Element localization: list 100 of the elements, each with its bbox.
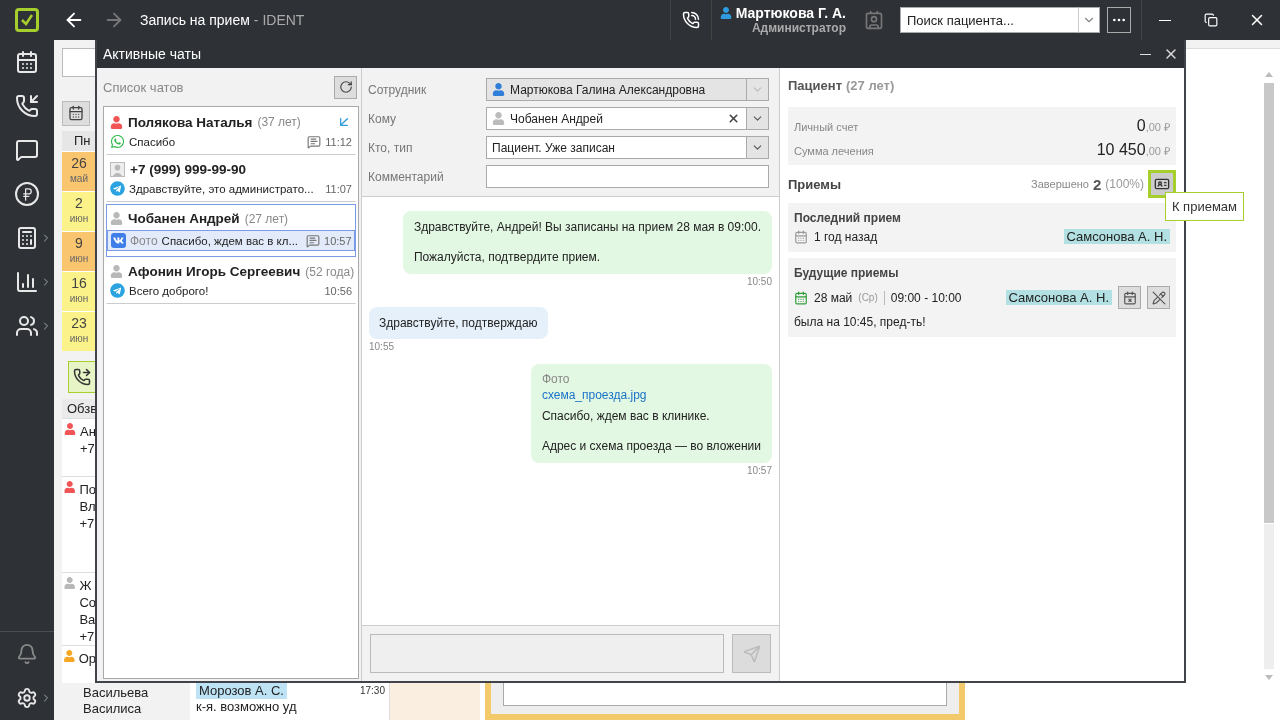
message-type: Фото (130, 233, 158, 248)
list-text: Вл (79, 498, 96, 515)
users-icon[interactable] (15, 314, 39, 338)
list-text: +7 (79, 627, 96, 645)
select-field[interactable]: Пациент. Уже записан (486, 136, 769, 159)
completed-count: 2 (1092, 175, 1102, 193)
list-text: Ан (80, 423, 96, 441)
page-title: Запись на прием (140, 12, 250, 28)
input-field[interactable] (503, 683, 947, 706)
tooltip: К приемам (1164, 192, 1244, 221)
send-icon (742, 644, 761, 663)
telegram-icon (110, 283, 125, 298)
vk-icon (111, 233, 126, 248)
minimize-icon (1139, 53, 1151, 55)
ruble-icon[interactable] (15, 182, 39, 206)
edit-button[interactable] (1147, 286, 1170, 309)
panel-title: Последний прием (794, 211, 902, 225)
attachment-link[interactable]: схема_проезда.jpg (541, 388, 761, 402)
chat-age: (37 лет) (257, 115, 301, 129)
calendar-day[interactable]: 9 июн (62, 230, 96, 271)
chat-item[interactable]: Чобанен Андрей (27 лет) Фото Спасибо, ждем вас в кл... 10:57 (106, 204, 356, 257)
list-text: По (79, 481, 96, 498)
message-time: 10:57 (324, 234, 352, 247)
balance-amount: 0,00 ₽ (1136, 117, 1170, 135)
user-name[interactable]: Мартюкова Г. А. (719, 5, 846, 21)
calendar-button[interactable] (62, 100, 90, 126)
balance-label: Сумма лечения (794, 145, 874, 157)
calendar-day[interactable]: 23 июн (62, 310, 96, 351)
phone-icon (73, 368, 91, 387)
calendar-x-icon (1122, 290, 1137, 305)
input-field[interactable] (62, 48, 96, 77)
last-message: Спасибо (129, 135, 176, 148)
dialog-title: Активные чаты (103, 46, 202, 62)
chat-name: Афонин Игорь Сергеевич (128, 264, 301, 279)
patient-search-field[interactable]: Поиск пациента... (900, 7, 1078, 33)
message-text: Спасибо, ждем вас в клинике. (541, 408, 711, 424)
chat-age: (27 лет) (244, 211, 289, 226)
list-text: Ж (79, 576, 93, 594)
calendar-day[interactable]: 2 июн (62, 190, 96, 231)
settings-icon[interactable] (16, 687, 38, 709)
message-text: Здравствуйте, подтверждаю (379, 315, 538, 331)
chart-icon[interactable] (15, 270, 39, 294)
whatsapp-icon (110, 134, 125, 149)
section-title: Пациент (788, 78, 842, 93)
pencil-off-icon (1151, 290, 1166, 305)
attachment-caption: Фото (541, 372, 571, 386)
weekday-text: (Ср) (858, 292, 878, 303)
phone-icon[interactable] (15, 94, 39, 118)
panel-title: Будущие приемы (794, 266, 900, 280)
calendar-icon (794, 229, 808, 244)
minimize-icon (1159, 19, 1171, 21)
call-button[interactable] (68, 360, 96, 394)
cancel-button[interactable] (1118, 286, 1141, 309)
user-role: Администратор (751, 21, 846, 35)
id-card-icon (1154, 176, 1170, 192)
chat-name: Чобанен Андрей (128, 211, 240, 226)
chat-item[interactable]: +7 (999) 999-99-90 Здравствуйте, это администрато... 11:07 (106, 155, 356, 202)
message-time: 10:56 (324, 284, 352, 297)
clear-icon[interactable] (727, 112, 740, 125)
balance-label: Личный счет (794, 121, 859, 133)
message-field[interactable] (370, 634, 724, 673)
calendar-icon (794, 290, 808, 305)
bell-icon[interactable] (16, 643, 38, 665)
register-icon[interactable] (15, 226, 39, 250)
field-label: Сотрудник (368, 82, 428, 97)
refresh-button[interactable] (334, 75, 357, 99)
chat-icon[interactable] (15, 138, 39, 162)
field-label: Кто, тип (368, 140, 414, 155)
chat-name: Полякова Наталья (128, 114, 253, 130)
doctor-tag: Самсонова А. Н. (1063, 229, 1170, 244)
patient-age: (27 лет) (846, 78, 895, 93)
person-icon (492, 112, 505, 125)
appointment-date: 28 май (814, 290, 853, 305)
last-visit-text: 1 год назад (814, 229, 878, 244)
appointments-button[interactable] (1148, 170, 1176, 198)
doctor-tag: Самсонова А. Н. (1005, 290, 1112, 305)
select-field[interactable]: Чобанен Андрей (486, 107, 769, 130)
calendar-day[interactable]: 16 июн (62, 270, 96, 311)
comment-field[interactable] (486, 165, 769, 188)
logo-icon[interactable] (15, 8, 39, 32)
chat-name: +7 (999) 999-99-90 (130, 162, 246, 177)
person-icon (492, 83, 505, 96)
note-text: к-я. возможно уд (196, 699, 297, 715)
calendar-icon[interactable] (15, 50, 39, 74)
last-message: Здравствуйте, это администрато... (129, 182, 314, 195)
chat-item[interactable]: Афонин Игорь Сергеевич (52 года) Всего доброго! 10:56 (106, 257, 356, 304)
message-text: Пожалуйста, подтвердите прием. (413, 249, 602, 265)
list-text: Со (79, 593, 96, 611)
calendar-day[interactable]: 26 май (62, 150, 96, 191)
appointment-note: была на 10:45, пред-ть! (794, 315, 927, 329)
panel-title: Список чатов (103, 79, 184, 95)
chat-item[interactable]: Полякова Наталья (37 лет) Спасибо 11:12 (106, 107, 356, 155)
message-time: 11:07 (325, 182, 352, 195)
more-button[interactable] (1107, 7, 1131, 33)
list-text: +7 (80, 440, 96, 458)
person-icon (719, 7, 732, 19)
last-message: Всего доброго! (129, 284, 209, 297)
weekday-header: Пн (62, 130, 96, 151)
appointment-time: 09:00 - 10:00 (890, 290, 962, 305)
patient-name: Васильева (83, 685, 150, 701)
